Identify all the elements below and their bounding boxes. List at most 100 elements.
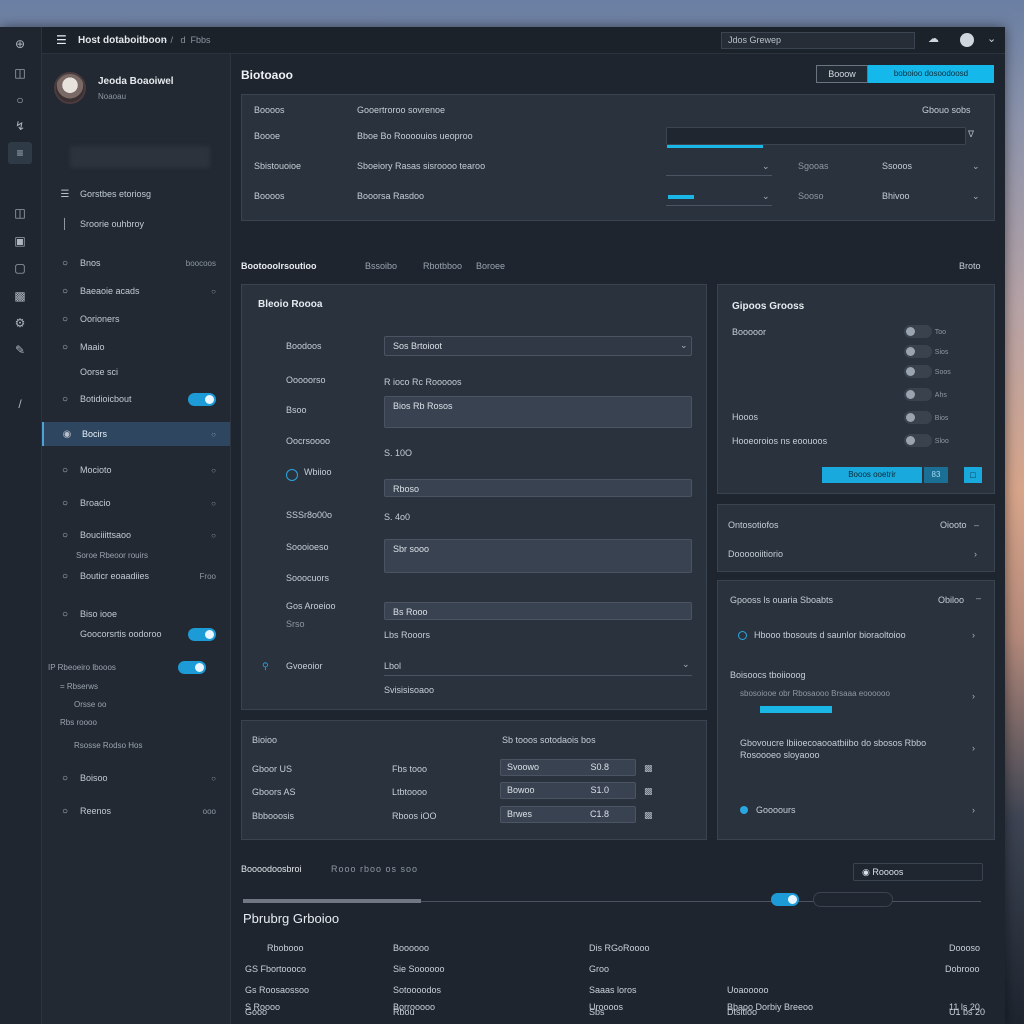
settings-item[interactable]: Hbooo tbosouts d saunlor bioraoltoioo [754,630,906,640]
sidebar-item[interactable]: ○ Oorioners [42,307,230,331]
bolt-icon[interactable]: ↯ [8,115,32,137]
chevron-right-icon[interactable]: › [972,691,975,701]
avatar[interactable] [54,72,86,104]
sidebar-item[interactable]: ○ Bouticr eoaadiies Froo [42,564,230,588]
sidebar-toggle[interactable] [178,661,206,674]
sidebar-item[interactable]: ○ Baeaoie acads ○ [42,279,230,303]
table-row[interactable]: GS Fbortoooco Sie Soooooo Groo Dobrooo [231,959,1005,981]
chevron-down-icon[interactable]: ⌄ [762,161,770,172]
tab-4[interactable]: Boroee [476,261,505,271]
table-input[interactable]: Bowoo S1.0 [500,782,636,799]
sidebar-item[interactable]: Oorse sci [42,360,230,384]
avatar-icon[interactable] [960,33,974,47]
options-primary-button[interactable]: Booos ooetrir [822,467,922,483]
options-count: 83 [924,467,948,483]
form-input[interactable]: Bs Rooo [384,602,692,620]
filter-input[interactable] [666,127,966,145]
option-toggle[interactable]: Sios [904,345,948,358]
radio-icon[interactable] [286,469,298,481]
link-right[interactable]: Oiooto [940,520,967,530]
sidebar-toggle[interactable] [188,627,216,641]
filter-value[interactable]: Gooertroroo sovrenoe [357,105,445,115]
settings-item[interactable]: Goooours [756,805,796,815]
bottom-scroll[interactable] [243,899,421,903]
sidebar-item-active[interactable]: ◉ Bocirs ○ [42,422,230,446]
chevron-down-icon[interactable]: ⌄ [972,161,980,172]
link-item[interactable]: Doooooiitiorio [728,549,783,559]
sidebar-item[interactable]: ○ Bouciiittsaoo ○ [42,523,230,547]
sidebar-item[interactable]: ○ Maaio [42,335,230,359]
option-toggle[interactable]: Ahs [904,388,947,401]
lock-icon[interactable]: ○ [8,89,32,111]
breadcrumb[interactable]: ·· / d Fbbs [162,35,211,45]
sidebar-item[interactable]: ☰ Gorstbes etoriosg [42,182,230,206]
settings-right[interactable]: Obiloo [938,595,964,605]
sidebar-item[interactable]: ○ Reenos ooo [42,799,230,823]
pen-icon[interactable]: ✎ [8,339,32,361]
settings-item[interactable]: Boisoocs tboiiooog [730,670,806,680]
book-icon[interactable]: ▣ [8,230,32,252]
form-select[interactable]: Sos Brtoioot [384,336,692,356]
secondary-button[interactable]: Booow [816,65,868,83]
chevron-down-icon[interactable]: ⌄ [680,340,688,351]
filter-value[interactable]: Bboe Bo Roooouios ueoproo [357,131,473,141]
bottom-pill[interactable] [813,892,893,907]
option-toggle[interactable]: Bios [904,411,948,424]
filter-value[interactable]: Booorsa Rasdoo [357,191,424,201]
chevron-down-icon[interactable]: ⌄ [682,659,690,670]
image-icon[interactable]: ▩ [8,285,32,307]
primary-button[interactable]: boboioo dosoodoosd [868,65,994,83]
chevron-down-icon[interactable]: ⌄ [762,191,770,202]
chevron-down-icon[interactable]: ⌄ [972,191,980,202]
chevron-right-icon[interactable]: › [974,549,977,559]
form-textarea[interactable]: Bios Rb Rosos [384,396,692,428]
chevron-right-icon[interactable]: – [974,520,979,530]
sidebar-item[interactable]: ○ Mocioto ○ [42,458,230,482]
sidebar-item[interactable]: ○ Botidioicbout [42,387,230,411]
copy-icon[interactable]: ◫ [8,202,32,224]
sidebar-toggle[interactable] [188,392,216,406]
bottom-toggle[interactable] [771,893,799,906]
form-input[interactable]: Rboso [384,479,692,497]
image-icon[interactable]: ▩ [644,763,653,774]
eye-icon: ◉ [862,867,870,877]
sidebar-item[interactable]: │ Sroorie ouhbroy [42,212,230,236]
slash-icon[interactable]: / [8,393,32,415]
search-input[interactable]: Jdos Grewep [721,32,915,49]
logo-icon[interactable]: ⊕ [8,33,32,55]
sidebar-item[interactable]: Goocorsrtis oodoroo [42,622,230,646]
filter-value[interactable]: Sboeiory Rasas sisroooo tearoo [357,161,485,171]
chevron-down-icon[interactable]: ⌄ [987,32,996,45]
form-textarea[interactable]: Sbr sooo [384,539,692,573]
copy-icon[interactable]: □ [964,467,982,483]
cloud-icon[interactable]: ☁ [928,32,939,45]
tab-1[interactable]: Bootooolrsoutioo [241,261,316,271]
image-icon[interactable]: ▩ [644,786,653,797]
settings-item[interactable]: Gbovoucre lbiioecoaooatbiibo do sbosos R… [740,737,940,761]
option-toggle[interactable]: Too [904,325,946,338]
chevron-right-icon[interactable]: › [972,805,975,815]
folder-icon[interactable]: ◫ [8,62,32,84]
table-input[interactable]: Svoowo S0.8 [500,759,636,776]
sidebar-item[interactable]: ○ Broacio ○ [42,491,230,515]
tab-2[interactable]: Bssoibo [365,261,397,271]
menu-icon[interactable]: ☰ [56,33,67,47]
link-item[interactable]: Ontosotiofos [728,520,779,530]
chevron-right-icon[interactable]: › [972,630,975,640]
table-input[interactable]: Brwes C1.8 [500,806,636,823]
image-icon[interactable]: ▩ [644,810,653,821]
file-icon[interactable]: ▢ [8,257,32,279]
bottom-select[interactable]: ◉ Roooos [853,863,983,881]
sidebar-item[interactable]: ○ Bnos boocoos [42,251,230,275]
chevron-right-icon[interactable]: › [972,743,975,753]
option-toggle[interactable]: Sloo [904,434,949,447]
list-icon[interactable]: ≡ [8,142,32,164]
tab-3[interactable]: Rbotbboo [423,261,462,271]
settings-icon[interactable]: ⚙ [8,312,32,334]
tab-right[interactable]: Broto [959,261,981,271]
filter-icon[interactable]: ∇ [968,129,974,140]
table-row[interactable]: S Roooo Borrooooo Uroooos Bbaoo Dorbiy B… [231,997,1005,1019]
sidebar-item[interactable]: ○ Boisoo ○ [42,766,230,790]
option-toggle[interactable]: Soos [904,365,951,378]
form-value[interactable]: Lbol [384,661,401,671]
